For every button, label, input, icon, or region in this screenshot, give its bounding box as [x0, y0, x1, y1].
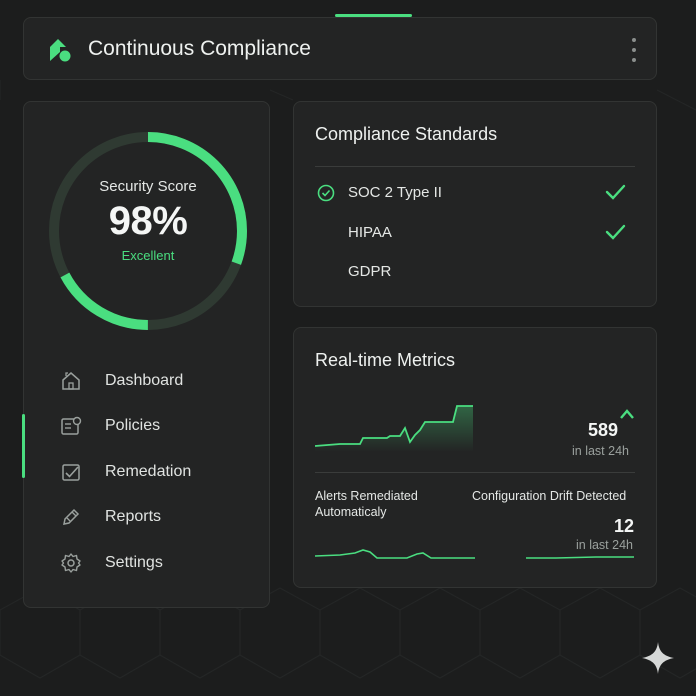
compliance-standards-panel: Compliance Standards SOC 2 Type II HIPAA…	[293, 101, 657, 307]
alerts-remediated-label: Alerts Remediated Automaticaly	[315, 489, 418, 519]
gear-icon	[61, 553, 81, 573]
drift-metric-period: in last 24h	[576, 538, 633, 552]
app-title: Continuous Compliance	[88, 37, 311, 60]
sidebar-item-label: Remedation	[105, 462, 192, 480]
sidebar-item-policies[interactable]: Policies	[24, 404, 271, 450]
standard-row-gdpr[interactable]: GDPR	[315, 259, 635, 285]
app-header: Continuous Compliance	[23, 17, 657, 80]
standard-label: GDPR	[348, 263, 392, 280]
metrics-title: Real-time Metrics	[315, 350, 456, 370]
standard-label: SOC 2 Type II	[348, 184, 442, 201]
chevron-up-icon	[620, 409, 634, 419]
check-icon	[605, 224, 626, 240]
sidebar-item-dashboard[interactable]: Dashboard	[24, 358, 271, 404]
primary-metric-value: 589	[587, 420, 618, 440]
policy-document-icon	[61, 417, 82, 435]
kebab-menu-icon[interactable]	[630, 38, 638, 62]
sidebar-item-remedation[interactable]: Remedation	[24, 449, 271, 495]
sidebar-item-label: Policies	[105, 417, 161, 435]
config-drift-label: Configuration Drift Detected	[472, 489, 627, 503]
home-icon	[62, 371, 80, 390]
score-status: Excellent	[121, 247, 175, 263]
divider	[315, 472, 635, 473]
alerts-sparkline	[315, 549, 475, 559]
score-label: Security Score	[99, 177, 197, 195]
drift-metric-value: 12	[613, 516, 634, 536]
sparkle-icon	[642, 642, 674, 674]
primary-sparkline	[315, 405, 473, 452]
pen-icon	[63, 509, 80, 526]
sidebar-item-reports[interactable]: Reports	[24, 495, 271, 541]
header-accent-bar	[335, 14, 412, 17]
realtime-metrics-panel: Real-time Metrics 589 in last 24h Alerts…	[293, 327, 657, 588]
score-display: Security Score 98% Excellent	[46, 129, 250, 333]
standards-title: Compliance Standards	[315, 124, 498, 144]
divider	[315, 166, 635, 167]
drift-sparkline	[526, 556, 634, 559]
primary-metric-period: in last 24h	[572, 444, 629, 458]
left-sidebar: Security Score 98% Excellent Dashboard P…	[22, 101, 271, 608]
standard-label: HIPAA	[348, 224, 392, 241]
sidebar-item-label: Reports	[105, 508, 162, 526]
standard-row-soc2[interactable]: SOC 2 Type II	[315, 180, 635, 206]
checkbox-icon	[62, 464, 80, 481]
leaf-logo-icon	[50, 39, 71, 62]
sidebar-item-label: Settings	[105, 553, 163, 571]
standard-row-hipaa[interactable]: HIPAA	[315, 220, 635, 246]
sidebar-item-label: Dashboard	[105, 371, 184, 389]
sidebar-nav: Dashboard Policies Remedation Reports Se…	[22, 358, 271, 586]
check-circle-icon	[317, 184, 335, 202]
check-icon	[605, 184, 626, 200]
sidebar-item-settings[interactable]: Settings	[24, 540, 271, 586]
score-value: 98%	[108, 198, 188, 243]
